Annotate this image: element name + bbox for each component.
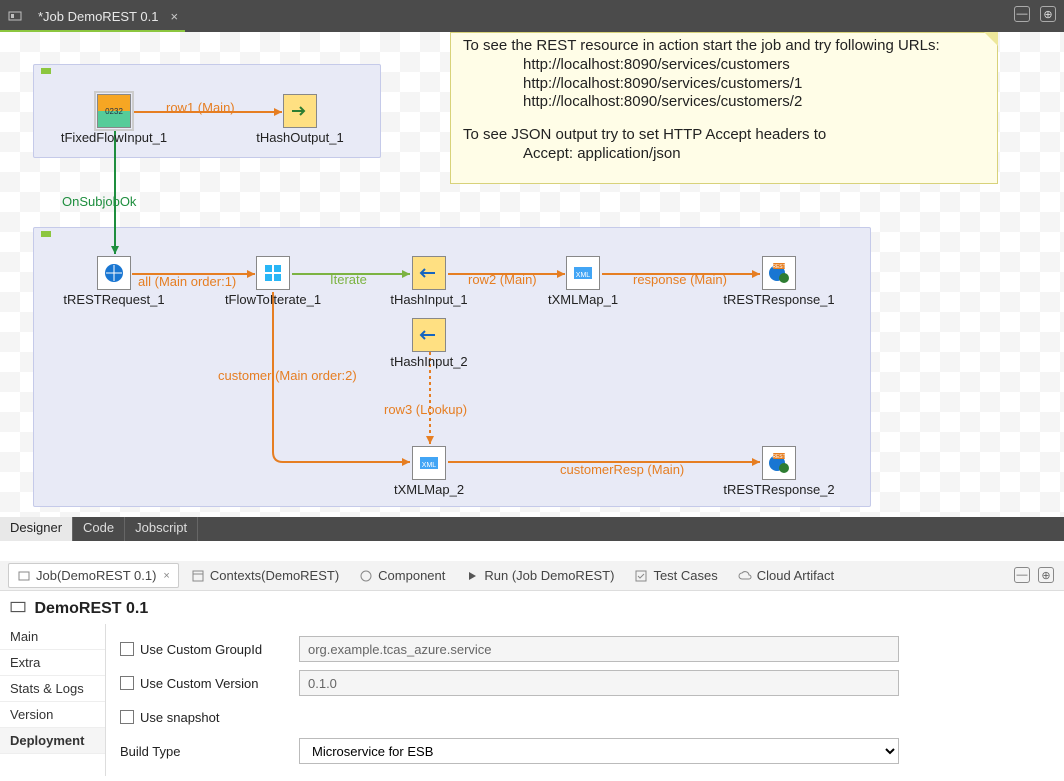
editor-mode-tabs: Designer Code Jobscript <box>0 517 1064 541</box>
build-type-select[interactable]: Microservice for ESB <box>299 738 899 764</box>
component-label: tXMLMap_2 <box>394 482 464 497</box>
note-line: Accept: application/json <box>463 145 985 164</box>
edge-label-iterate: Iterate <box>330 272 367 287</box>
component-label: tHashInput_1 <box>390 292 467 307</box>
component-tFlowToIterate[interactable]: tFlowToIterate_1 <box>256 256 290 290</box>
use-snapshot-checkbox[interactable]: Use snapshot <box>120 710 285 725</box>
note-line: To see JSON output try to set HTTP Accep… <box>463 126 985 145</box>
use-custom-groupid-checkbox[interactable]: Use Custom GroupId <box>120 642 285 657</box>
job-title-icon <box>10 599 26 615</box>
svg-text:REST: REST <box>772 454 785 460</box>
component-label: tXMLMap_1 <box>548 292 618 307</box>
note-line: http://localhost:8090/services/customers… <box>463 93 985 112</box>
deployment-form: Use Custom GroupId Use Custom Version Us… <box>106 624 1064 776</box>
subjob-collapse-icon[interactable] <box>41 231 51 237</box>
component-tHashInput[interactable]: tHashInput_1 <box>412 256 446 290</box>
side-tab-main[interactable]: Main <box>0 624 105 650</box>
view-run[interactable]: Run (Job DemoREST) <box>457 564 622 587</box>
bottom-views-bar: Job(DemoREST 0.1) × Contexts(DemoREST) C… <box>0 561 1064 591</box>
component-tRESTRequest[interactable]: tRESTRequest_1 <box>97 256 131 290</box>
designer-canvas[interactable]: To see the REST resource in action start… <box>0 32 1064 517</box>
run-icon <box>465 569 479 583</box>
note-line: http://localhost:8090/services/customers <box>463 56 985 75</box>
property-sheet-title: DemoREST 0.1 <box>0 591 1064 624</box>
cloud-icon <box>738 569 752 583</box>
component-label: tRESTResponse_1 <box>723 292 834 307</box>
component-tRESTResponse[interactable]: REST tRESTResponse_1 <box>762 256 796 290</box>
component-label: tRESTRequest_1 <box>63 292 164 307</box>
checkbox-label: Use Custom Version <box>140 676 259 691</box>
checkbox-icon <box>120 710 134 724</box>
tab-code[interactable]: Code <box>73 517 125 541</box>
component-icon <box>359 569 373 583</box>
view-maximize-button[interactable]: ⊕ <box>1038 567 1054 583</box>
svg-text:XML: XML <box>422 462 437 469</box>
property-side-tabs: Main Extra Stats & Logs Version Deployme… <box>0 624 106 776</box>
edge-label-row3: row3 (Lookup) <box>384 402 467 417</box>
svg-text:REST: REST <box>772 264 785 270</box>
edge-label-row1: row1 (Main) <box>166 100 235 115</box>
component-tRESTResponse[interactable]: REST tRESTResponse_2 <box>762 446 796 480</box>
use-custom-version-checkbox[interactable]: Use Custom Version <box>120 676 285 691</box>
component-tXMLMap[interactable]: XML tXMLMap_2 <box>412 446 446 480</box>
tab-designer[interactable]: Designer <box>0 517 73 541</box>
view-contexts[interactable]: Contexts(DemoREST) <box>183 564 347 587</box>
edge-label-response: response (Main) <box>633 272 727 287</box>
side-tab-stats[interactable]: Stats & Logs <box>0 676 105 702</box>
edge-label-all: all (Main order:1) <box>138 274 236 289</box>
edge-label-customer: customer (Main order:2) <box>218 368 357 383</box>
view-label: Component <box>378 568 445 583</box>
component-tHashInput[interactable]: tHashInput_2 <box>412 318 446 352</box>
minimize-button[interactable]: — <box>1014 6 1030 22</box>
job-view-icon <box>17 569 31 583</box>
component-tXMLMap[interactable]: XML tXMLMap_1 <box>566 256 600 290</box>
checkbox-icon <box>120 642 134 656</box>
tab-jobscript[interactable]: Jobscript <box>125 517 198 541</box>
view-job[interactable]: Job(DemoREST 0.1) × <box>8 563 179 588</box>
side-tab-extra[interactable]: Extra <box>0 650 105 676</box>
edge-label-row2: row2 (Main) <box>468 272 537 287</box>
component-label: tFixedFlowInput_1 <box>61 130 167 145</box>
component-label: tHashInput_2 <box>390 354 467 369</box>
checkbox-icon <box>120 676 134 690</box>
contexts-icon <box>191 569 205 583</box>
editor-tab-close-icon[interactable]: × <box>170 9 178 24</box>
side-tab-version[interactable]: Version <box>0 702 105 728</box>
view-label: Run (Job DemoREST) <box>484 568 614 583</box>
view-minimize-button[interactable]: — <box>1014 567 1030 583</box>
side-tab-deployment[interactable]: Deployment <box>0 728 105 754</box>
component-label: tFlowToIterate_1 <box>225 292 321 307</box>
view-label: Cloud Artifact <box>757 568 834 583</box>
component-tFixedFlowInput[interactable]: 0232 tFixedFlowInput_1 <box>97 94 131 128</box>
edge-label-customerResp: customerResp (Main) <box>560 462 684 477</box>
build-type-label: Build Type <box>120 744 285 759</box>
sticky-note[interactable]: To see the REST resource in action start… <box>450 32 998 184</box>
version-field[interactable] <box>299 670 899 696</box>
checkbox-label: Use Custom GroupId <box>140 642 262 657</box>
view-close-icon[interactable]: × <box>163 570 169 582</box>
view-component[interactable]: Component <box>351 564 453 587</box>
groupid-field[interactable] <box>299 636 899 662</box>
view-label: Test Cases <box>653 568 717 583</box>
note-line: http://localhost:8090/services/customers… <box>463 75 985 94</box>
view-label: Contexts(DemoREST) <box>210 568 339 583</box>
component-label: tRESTResponse_2 <box>723 482 834 497</box>
component-tHashOutput[interactable]: tHashOutput_1 <box>283 94 317 128</box>
view-cloud-artifact[interactable]: Cloud Artifact <box>730 564 842 587</box>
checkbox-label: Use snapshot <box>140 710 220 725</box>
note-fold-icon <box>984 32 998 46</box>
svg-text:XML: XML <box>576 272 591 279</box>
maximize-button[interactable]: ⊕ <box>1040 6 1056 22</box>
subjob-collapse-icon[interactable] <box>41 68 51 74</box>
view-label: Job(DemoREST 0.1) <box>36 568 156 583</box>
testcases-icon <box>634 569 648 583</box>
editor-tab-title[interactable]: *Job DemoREST 0.1 <box>28 5 168 28</box>
job-icon <box>8 9 22 23</box>
component-label: tHashOutput_1 <box>256 130 343 145</box>
note-line: To see the REST resource in action start… <box>463 37 985 56</box>
edge-label-onsubjobok: OnSubjobOk <box>62 194 136 209</box>
view-testcases[interactable]: Test Cases <box>626 564 725 587</box>
